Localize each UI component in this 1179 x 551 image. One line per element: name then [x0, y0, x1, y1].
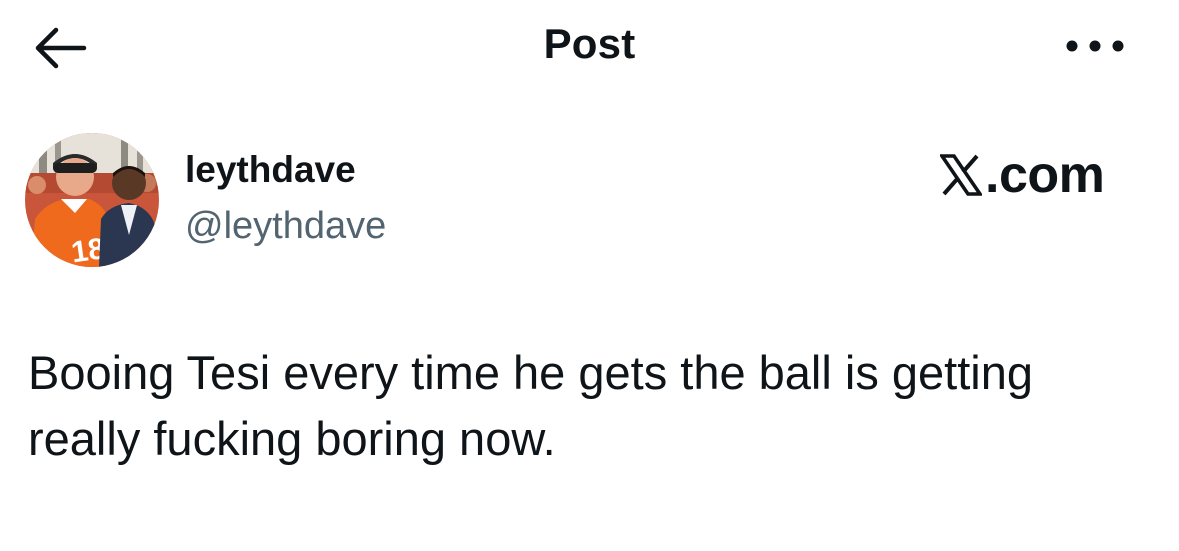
profile-photo: 18 — [25, 133, 159, 267]
author-handle[interactable]: @leythdave — [185, 205, 386, 248]
brand-domain: .com — [985, 146, 1105, 204]
page-title: Post — [543, 20, 636, 67]
author-display-name[interactable]: leythdave — [185, 149, 356, 191]
top-bar: Post — [0, 0, 1179, 95]
more-options-button[interactable] — [1062, 30, 1128, 62]
post-text: Booing Tesi every time he gets the ball … — [28, 346, 1033, 465]
avatar[interactable]: 18 — [25, 133, 159, 267]
x-logo-icon — [940, 154, 982, 196]
more-horizontal-icon — [1066, 40, 1124, 52]
brand-watermark: .com — [940, 146, 1105, 204]
